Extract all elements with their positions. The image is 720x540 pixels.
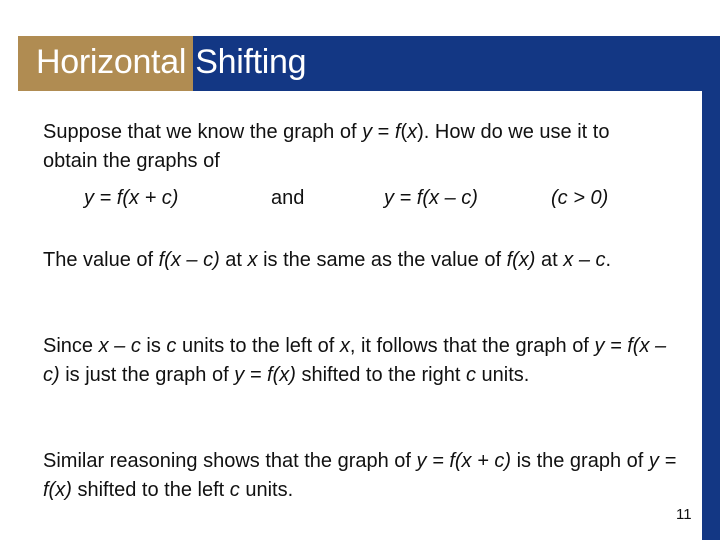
text: The value of xyxy=(43,249,159,271)
equals-sign: = xyxy=(372,121,395,143)
text: units to the left of xyxy=(176,335,340,357)
text: at xyxy=(219,249,248,271)
text: is the same as the value of xyxy=(257,249,507,271)
text: . xyxy=(605,249,612,271)
paragraph-shift-left: Similar reasoning shows that the graph o… xyxy=(43,447,683,505)
intro-text: Suppose that we know the graph of xyxy=(43,121,363,143)
math-c: c xyxy=(166,335,177,357)
math-x: x xyxy=(339,335,350,357)
formula-condition: (c > 0) xyxy=(551,187,608,210)
math-c: c xyxy=(229,479,240,501)
slide-title: Horizontal Shifting xyxy=(36,43,307,81)
text: is xyxy=(140,335,167,357)
text: Since xyxy=(43,335,99,357)
formula-shift-right: y = f(x – c) xyxy=(384,187,478,209)
formula-right: y = f(x – c) xyxy=(384,187,478,210)
condition-c-positive: (c > 0) xyxy=(551,187,609,209)
math-xc: x – c xyxy=(563,249,606,271)
var-x: x xyxy=(407,121,418,143)
intro-paragraph: Suppose that we know the graph of y = f(… xyxy=(43,118,663,176)
math-xc: x – c xyxy=(98,335,141,357)
text: is the graph of xyxy=(511,450,649,472)
math-c: c xyxy=(466,364,476,386)
text: is just the graph of xyxy=(59,364,235,386)
math-x: x xyxy=(247,249,258,271)
formula-and: and xyxy=(271,187,305,209)
paragraph-value-equivalence: The value of f(x – c) at x is the same a… xyxy=(43,246,623,275)
var-y: y xyxy=(362,121,373,143)
math-fx: f(x) xyxy=(506,249,536,271)
text: shifted to the left xyxy=(71,479,230,501)
paragraph-shift-right: Since x – c is c units to the left of x,… xyxy=(43,332,683,390)
text: shifted to the right xyxy=(295,364,466,386)
text: units. xyxy=(476,364,530,386)
right-accent-bar xyxy=(702,91,720,540)
formula-shift-left: y = f(x + c) xyxy=(84,187,179,209)
formula-left: y = f(x + c) xyxy=(84,187,178,210)
page-number: 11 xyxy=(676,506,692,523)
math-eq-shifted: y = f(x + c) xyxy=(416,450,512,472)
text: , it follows that the graph of xyxy=(349,335,595,357)
math-eq-original: y = f(x) xyxy=(234,364,296,386)
text: at xyxy=(535,249,564,271)
text: Similar reasoning shows that the graph o… xyxy=(43,450,417,472)
text: units. xyxy=(239,479,294,501)
math-fxc: f(x – c) xyxy=(158,249,220,271)
